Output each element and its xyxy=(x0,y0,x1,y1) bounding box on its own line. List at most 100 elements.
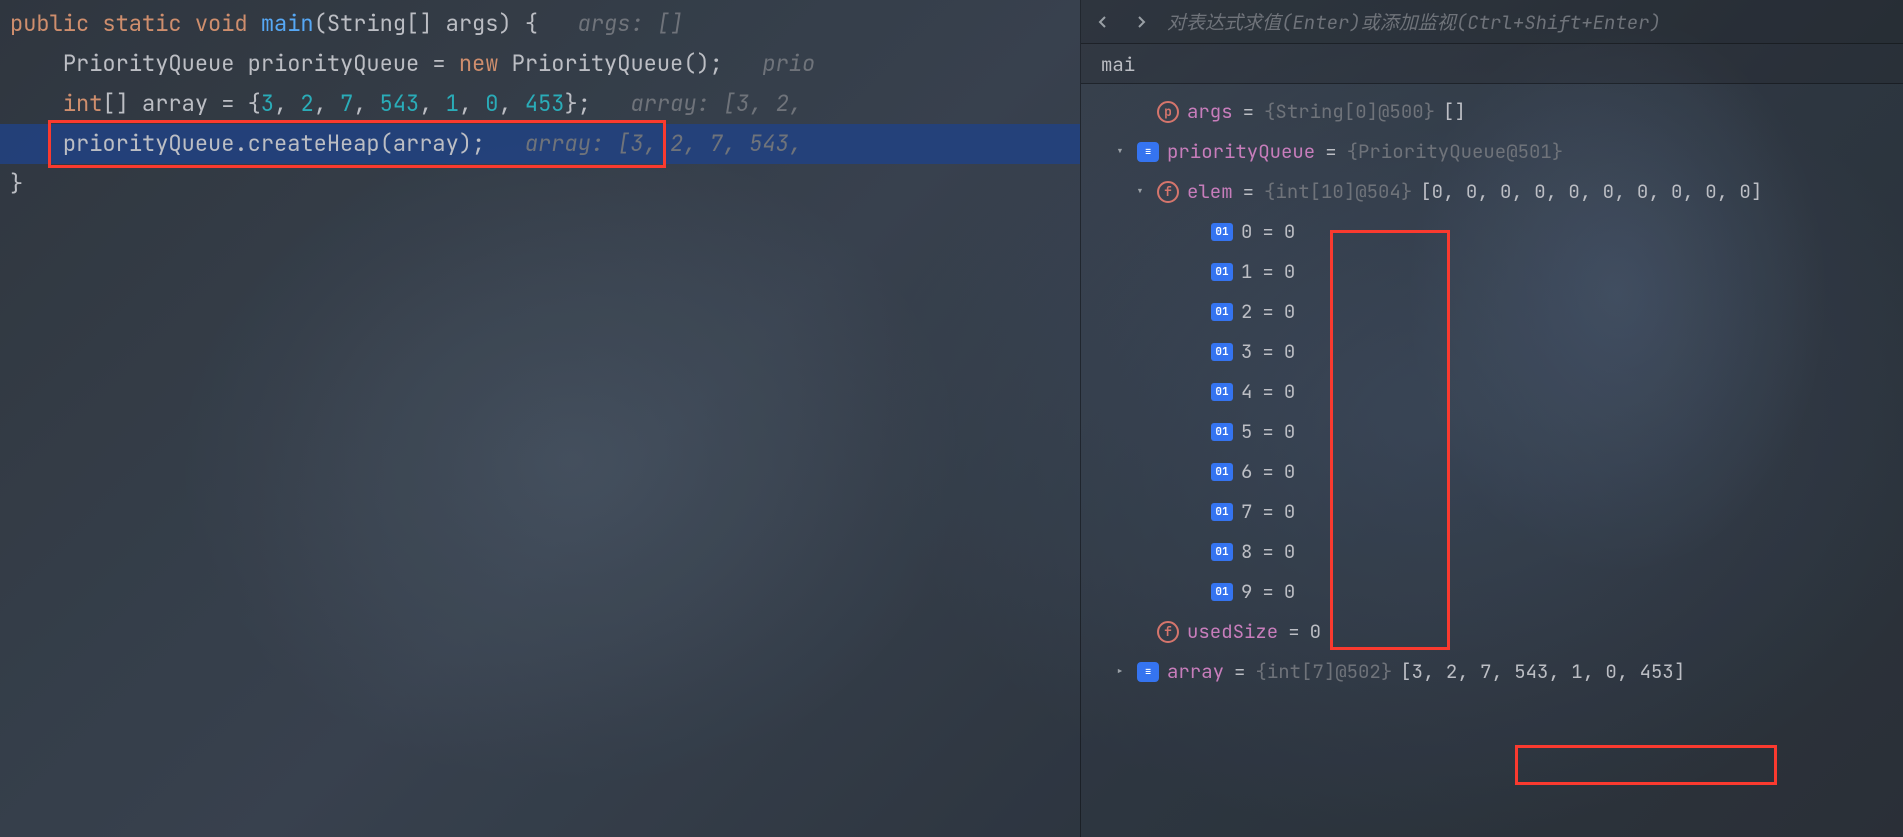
var-priorityqueue[interactable]: ▾ ≡ priorityQueue = {PriorityQueue@501} xyxy=(1081,132,1903,172)
arr-v3: 543 xyxy=(380,89,420,118)
brace-close: } xyxy=(10,169,23,198)
keyword-static: static xyxy=(102,9,181,38)
elem-value: 0 xyxy=(1284,252,1295,292)
inline-hint-pq: prio xyxy=(762,49,815,78)
decl-pq: PriorityQueue priorityQueue = xyxy=(63,49,459,78)
arr-v2: 7 xyxy=(340,89,353,118)
var-array-val: [3, 2, 7, 543, 1, 0, 453] xyxy=(1400,652,1685,692)
evaluate-expression-input[interactable]: 对表达式求值(Enter)或添加监视(Ctrl+Shift+Enter) xyxy=(1167,8,1893,35)
var-array[interactable]: ▸ ≡ array = {int[7]@502} [3, 2, 7, 543, … xyxy=(1081,652,1903,692)
keyword-int: int xyxy=(63,89,103,118)
primitive-icon: 01 xyxy=(1211,463,1233,481)
var-elem-item[interactable]: 01 0 = 0 xyxy=(1081,212,1903,252)
var-usedsize-name: usedSize xyxy=(1187,612,1278,652)
var-elem-type: {int[10]@504} xyxy=(1264,172,1412,212)
code-line-3[interactable]: int[] array = {3, 2, 7, 543, 1, 0, 453};… xyxy=(0,84,1080,124)
inline-hint-array2: array: [3, 2, 7, 543, xyxy=(525,129,802,158)
var-args-type: {String[0]@500} xyxy=(1264,92,1435,132)
var-elem-item[interactable]: 01 1 = 0 xyxy=(1081,252,1903,292)
var-elem-val: [0, 0, 0, 0, 0, 0, 0, 0, 0, 0] xyxy=(1420,172,1762,212)
elem-value: 0 xyxy=(1284,332,1295,372)
primitive-icon: 01 xyxy=(1211,383,1233,401)
var-elem-item[interactable]: 01 6 = 0 xyxy=(1081,452,1903,492)
editor-pane[interactable]: public static void main(String[] args) {… xyxy=(0,0,1080,837)
elem-index: 1 xyxy=(1241,252,1252,292)
var-elem-item[interactable]: 01 3 = 0 xyxy=(1081,332,1903,372)
params: (String[] args) { xyxy=(314,9,538,38)
var-args[interactable]: p args = {String[0]@500} [] xyxy=(1081,92,1903,132)
debug-pane: 对表达式求值(Enter)或添加监视(Ctrl+Shift+Enter) mai… xyxy=(1080,0,1903,837)
elem-index: 2 xyxy=(1241,292,1252,332)
debug-toolbar: 对表达式求值(Enter)或添加监视(Ctrl+Shift+Enter) xyxy=(1081,0,1903,44)
primitive-icon: 01 xyxy=(1211,223,1233,241)
keyword-void: void xyxy=(195,9,248,38)
elem-index: 0 xyxy=(1241,212,1252,252)
keyword-new: new xyxy=(459,49,499,78)
var-elem-item[interactable]: 01 9 = 0 xyxy=(1081,572,1903,612)
arr-close: }; xyxy=(565,89,591,118)
elem-value: 0 xyxy=(1284,212,1295,252)
code-line-2[interactable]: PriorityQueue priorityQueue = new Priori… xyxy=(0,44,1080,84)
elem-index: 6 xyxy=(1241,452,1252,492)
back-button[interactable] xyxy=(1091,10,1115,34)
object-icon: ≡ xyxy=(1137,142,1159,162)
expand-toggle-array[interactable]: ▸ xyxy=(1111,652,1129,692)
var-elem-item[interactable]: 01 7 = 0 xyxy=(1081,492,1903,532)
elem-value: 0 xyxy=(1284,412,1295,452)
elem-value: 0 xyxy=(1284,532,1295,572)
arr-open: [] array = { xyxy=(102,89,260,118)
inline-hint-args: args: [] xyxy=(578,9,684,38)
var-usedsize-val: 0 xyxy=(1310,612,1321,652)
primitive-icon: 01 xyxy=(1211,423,1233,441)
expand-toggle-elem[interactable]: ▾ xyxy=(1131,172,1149,212)
var-elem-item[interactable]: 01 2 = 0 xyxy=(1081,292,1903,332)
var-array-type: {int[7]@502} xyxy=(1255,652,1392,692)
elem-value: 0 xyxy=(1284,292,1295,332)
variables-tree: p args = {String[0]@500} [] ▾ ≡ priority… xyxy=(1081,84,1903,700)
var-pq-name: priorityQueue xyxy=(1167,132,1315,172)
arr-v1: 2 xyxy=(300,89,313,118)
elem-value: 0 xyxy=(1284,572,1295,612)
var-elem-item[interactable]: 01 8 = 0 xyxy=(1081,532,1903,572)
var-elem-name: elem xyxy=(1187,172,1233,212)
array-icon: ≡ xyxy=(1137,662,1159,682)
elem-value: 0 xyxy=(1284,452,1295,492)
var-elem-item[interactable]: 01 4 = 0 xyxy=(1081,372,1903,412)
arr-v4: 1 xyxy=(446,89,459,118)
primitive-icon: 01 xyxy=(1211,503,1233,521)
var-elem[interactable]: ▾ f elem = {int[10]@504} [0, 0, 0, 0, 0,… xyxy=(1081,172,1903,212)
primitive-icon: 01 xyxy=(1211,263,1233,281)
elem-value: 0 xyxy=(1284,492,1295,532)
forward-button[interactable] xyxy=(1129,10,1153,34)
var-args-name: args xyxy=(1187,92,1233,132)
arr-v5: 0 xyxy=(485,89,498,118)
field-icon: f xyxy=(1157,621,1179,643)
primitive-icon: 01 xyxy=(1211,583,1233,601)
arr-v6: 453 xyxy=(525,89,565,118)
primitive-icon: 01 xyxy=(1211,343,1233,361)
elem-index: 4 xyxy=(1241,372,1252,412)
frame-tab-main[interactable]: mai xyxy=(1081,44,1155,83)
expand-toggle-pq[interactable]: ▾ xyxy=(1111,132,1129,172)
method-main: main xyxy=(261,9,314,38)
param-icon: p xyxy=(1157,101,1179,123)
var-array-name: array xyxy=(1167,652,1224,692)
code-line-4-current[interactable]: priorityQueue.createHeap(array); array: … xyxy=(0,124,1080,164)
inline-hint-array: array: [3, 2, xyxy=(631,89,803,118)
debug-frame-tabs: mai xyxy=(1081,44,1903,84)
elem-index: 3 xyxy=(1241,332,1252,372)
var-pq-type: {PriorityQueue@501} xyxy=(1347,132,1564,172)
var-usedsize[interactable]: f usedSize = 0 xyxy=(1081,612,1903,652)
keyword-public: public xyxy=(10,9,89,38)
elem-index: 5 xyxy=(1241,412,1252,452)
elem-index: 8 xyxy=(1241,532,1252,572)
primitive-icon: 01 xyxy=(1211,543,1233,561)
arr-v0: 3 xyxy=(261,89,274,118)
code-line-5[interactable]: } xyxy=(0,164,1080,204)
ctor-pq: PriorityQueue(); xyxy=(498,49,722,78)
var-elem-item[interactable]: 01 5 = 0 xyxy=(1081,412,1903,452)
elem-value: 0 xyxy=(1284,372,1295,412)
primitive-icon: 01 xyxy=(1211,303,1233,321)
code-line-1[interactable]: public static void main(String[] args) {… xyxy=(0,4,1080,44)
elem-index: 7 xyxy=(1241,492,1252,532)
